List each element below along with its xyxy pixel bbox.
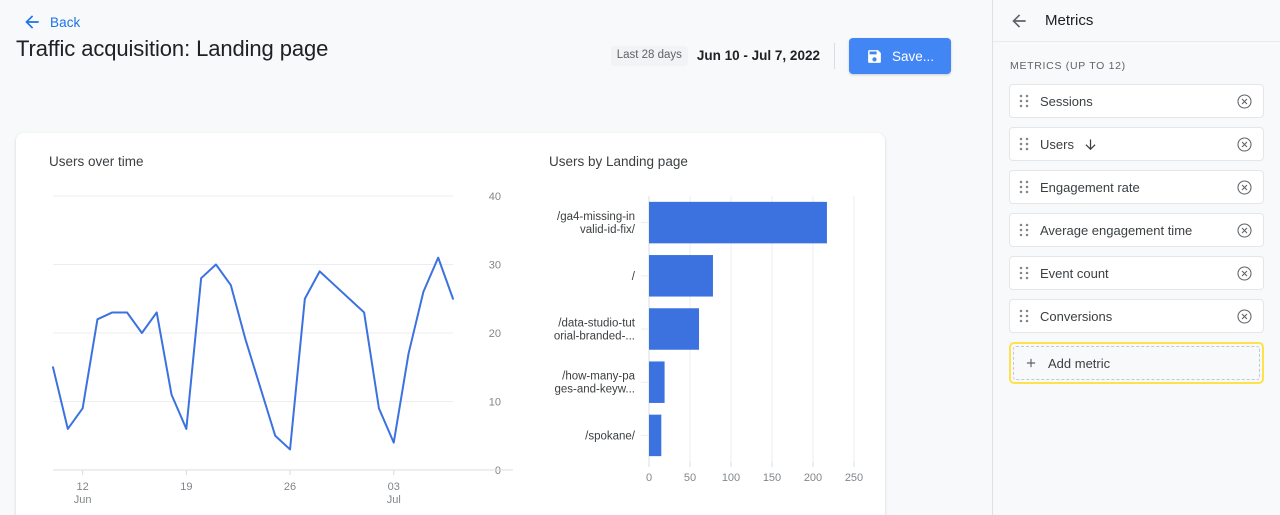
metrics-sidebar: Metrics METRICS (UP TO 12) Sessions Users… xyxy=(992,0,1280,515)
svg-text:26: 26 xyxy=(284,481,296,493)
svg-text:250: 250 xyxy=(845,472,863,484)
bar[interactable] xyxy=(649,308,699,349)
bar[interactable] xyxy=(649,255,713,296)
metric-label: Average engagement time xyxy=(1040,223,1192,238)
svg-text:/: / xyxy=(632,271,636,283)
date-range-label: Jun 10 - Jul 7, 2022 xyxy=(697,48,820,63)
svg-text:100: 100 xyxy=(722,472,740,484)
bar[interactable] xyxy=(649,202,827,243)
svg-text:0: 0 xyxy=(495,465,501,477)
remove-circle-icon[interactable] xyxy=(1236,265,1253,282)
svg-text:ges-and-keyw...: ges-and-keyw... xyxy=(554,384,635,396)
remove-circle-icon[interactable] xyxy=(1236,179,1253,196)
svg-text:/spokane/: /spokane/ xyxy=(585,430,636,442)
drag-handle-icon[interactable] xyxy=(1019,137,1029,151)
sidebar-body: METRICS (UP TO 12) Sessions Users Engageme… xyxy=(993,42,1280,384)
add-metric-highlight: Add metric xyxy=(1009,342,1264,384)
svg-text:0: 0 xyxy=(646,472,652,484)
date-preset-chip: Last 28 days xyxy=(611,46,688,66)
svg-text:/ga4-missing-in: /ga4-missing-in xyxy=(557,211,635,223)
metric-label: Conversions xyxy=(1040,309,1112,324)
save-label: Save... xyxy=(892,49,934,64)
line-chart-svg: 0 10 20 30 40 12Jun 19 26 03Jul xyxy=(49,190,519,515)
remove-circle-icon[interactable] xyxy=(1236,222,1253,239)
svg-text:12: 12 xyxy=(77,481,89,493)
sidebar-title: Metrics xyxy=(1045,12,1093,29)
svg-text:200: 200 xyxy=(804,472,822,484)
metrics-section-label: METRICS (UP TO 12) xyxy=(1009,60,1264,72)
svg-text:Jun: Jun xyxy=(74,494,92,506)
metric-label: Users xyxy=(1040,137,1074,152)
svg-text:19: 19 xyxy=(180,481,192,493)
save-disk-icon xyxy=(866,48,883,65)
main-content-area: Back Traffic acquisition: Landing page L… xyxy=(0,0,992,515)
svg-text:03: 03 xyxy=(388,481,400,493)
drag-handle-icon[interactable] xyxy=(1019,266,1029,280)
bar[interactable] xyxy=(649,361,665,402)
svg-text:150: 150 xyxy=(763,472,781,484)
add-metric-label: Add metric xyxy=(1048,356,1110,371)
remove-circle-icon[interactable] xyxy=(1236,93,1253,110)
page-title: Traffic acquisition: Landing page xyxy=(16,36,328,62)
bar[interactable] xyxy=(649,415,661,456)
arrow-left-icon xyxy=(22,12,42,32)
users-by-landing-page-panel: Users by Landing page /ga4-missing-inval… xyxy=(536,133,885,515)
line-chart-title: Users over time xyxy=(49,154,144,169)
remove-circle-icon[interactable] xyxy=(1236,308,1253,325)
plus-icon xyxy=(1024,356,1038,370)
line-chart-plot[interactable]: 0 10 20 30 40 12Jun 19 26 03Jul xyxy=(49,190,519,515)
svg-text:10: 10 xyxy=(489,397,501,409)
drag-handle-icon[interactable] xyxy=(1019,309,1029,323)
metric-label: Sessions xyxy=(1040,94,1093,109)
back-label: Back xyxy=(50,15,80,30)
metric-row-conversions[interactable]: Conversions xyxy=(1009,299,1264,333)
toolbar-right-group: Last 28 days Jun 10 - Jul 7, 2022 Save..… xyxy=(611,38,951,74)
metric-row-average-engagement-time[interactable]: Average engagement time xyxy=(1009,213,1264,247)
toolbar-divider xyxy=(834,43,835,69)
svg-text:Jul: Jul xyxy=(387,494,401,506)
save-button[interactable]: Save... xyxy=(849,38,951,74)
remove-circle-icon[interactable] xyxy=(1236,136,1253,153)
bar-chart-title: Users by Landing page xyxy=(549,154,688,169)
svg-text:30: 30 xyxy=(489,260,501,272)
arrow-down-icon[interactable] xyxy=(1083,137,1098,152)
svg-text:/how-many-pa: /how-many-pa xyxy=(562,371,635,383)
add-metric-button[interactable]: Add metric xyxy=(1013,346,1260,380)
page-toolbar: Back Traffic acquisition: Landing page L… xyxy=(0,0,992,133)
sidebar-header: Metrics xyxy=(993,0,1280,42)
arrow-left-icon[interactable] xyxy=(1009,11,1029,31)
drag-handle-icon[interactable] xyxy=(1019,223,1029,237)
metric-label: Event count xyxy=(1040,266,1109,281)
drag-handle-icon[interactable] xyxy=(1019,94,1029,108)
metric-row-engagement-rate[interactable]: Engagement rate xyxy=(1009,170,1264,204)
metrics-list: Sessions Users Engagement rate Average enga… xyxy=(1009,84,1264,333)
bar-chart-plot[interactable]: /ga4-missing-invalid-id-fix/ / /data-studi… xyxy=(549,190,871,515)
users-over-time-panel: Users over time 0 10 20 30 40 12Jun 19 26 03Jul xyxy=(16,133,536,515)
back-button[interactable]: Back xyxy=(16,8,86,36)
svg-text:50: 50 xyxy=(684,472,696,484)
svg-text:orial-branded-...: orial-branded-... xyxy=(554,331,635,343)
bar-chart-svg: /ga4-missing-invalid-id-fix/ / /data-studi… xyxy=(549,190,871,515)
metric-label: Engagement rate xyxy=(1040,180,1140,195)
drag-handle-icon[interactable] xyxy=(1019,180,1029,194)
date-range-selector[interactable]: Last 28 days Jun 10 - Jul 7, 2022 xyxy=(611,46,834,66)
svg-text:20: 20 xyxy=(489,328,501,340)
metric-row-sessions[interactable]: Sessions xyxy=(1009,84,1264,118)
svg-text:40: 40 xyxy=(489,191,501,203)
charts-card: Users over time 01020304012Jun192603Jul … xyxy=(16,133,885,515)
metric-row-users[interactable]: Users xyxy=(1009,127,1264,161)
metric-row-event-count[interactable]: Event count xyxy=(1009,256,1264,290)
svg-text:valid-id-fix/: valid-id-fix/ xyxy=(580,224,636,236)
svg-text:/data-studio-tut: /data-studio-tut xyxy=(558,318,636,330)
